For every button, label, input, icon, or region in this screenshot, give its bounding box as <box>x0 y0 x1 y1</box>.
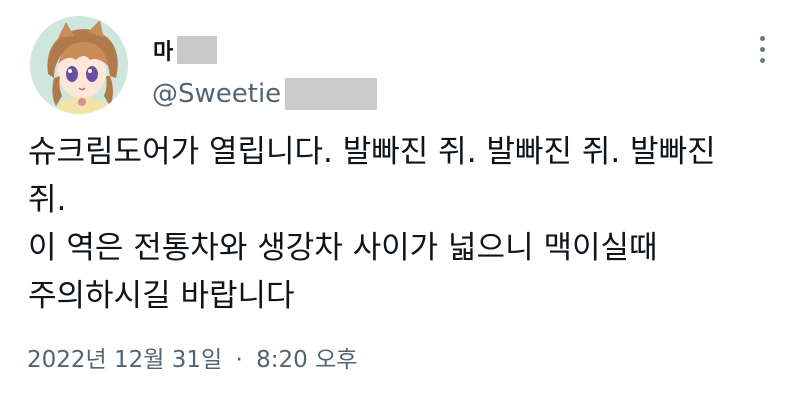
tweet-timestamp[interactable]: 2022년 12월 31일 · 8:20 오후 <box>27 340 357 374</box>
user-handle[interactable]: @Sweetie <box>152 79 281 109</box>
tweet-card: 마 @Sweetie 슈크림도어가 열립니다. 발빠진 쥐. 발빠진 쥐. 발빠… <box>0 0 800 417</box>
tweet-time[interactable]: 8:20 오후 <box>256 347 357 373</box>
meta-separator: · <box>235 347 243 373</box>
tweet-text-line: 이 역은 전통차와 생강차 사이가 넓으니 맥이실때 <box>28 230 658 266</box>
tweet-date[interactable]: 2022년 12월 31일 <box>27 347 222 373</box>
tweet-text: 슈크림도어가 열립니다. 발빠진 쥐. 발빠진 쥐. 발빠진 쥐. 이 역은 전… <box>28 128 776 320</box>
author-handle-row[interactable]: @Sweetie <box>152 78 378 110</box>
avatar[interactable] <box>30 16 128 114</box>
tweet-text-line: 슈크림도어가 열립니다. 발빠진 쥐. 발빠진 쥐. 발빠진 <box>28 134 716 170</box>
tweet-text-line: 주의하시길 바랍니다 <box>28 278 295 314</box>
author-name-row[interactable]: 마 <box>153 34 218 66</box>
tweet-text-line: 쥐. <box>28 182 67 218</box>
name-redaction <box>177 36 218 64</box>
more-options-icon[interactable] <box>748 34 776 64</box>
avatar-image <box>30 16 128 114</box>
handle-redaction <box>285 78 378 110</box>
display-name[interactable]: 마 <box>153 34 173 66</box>
